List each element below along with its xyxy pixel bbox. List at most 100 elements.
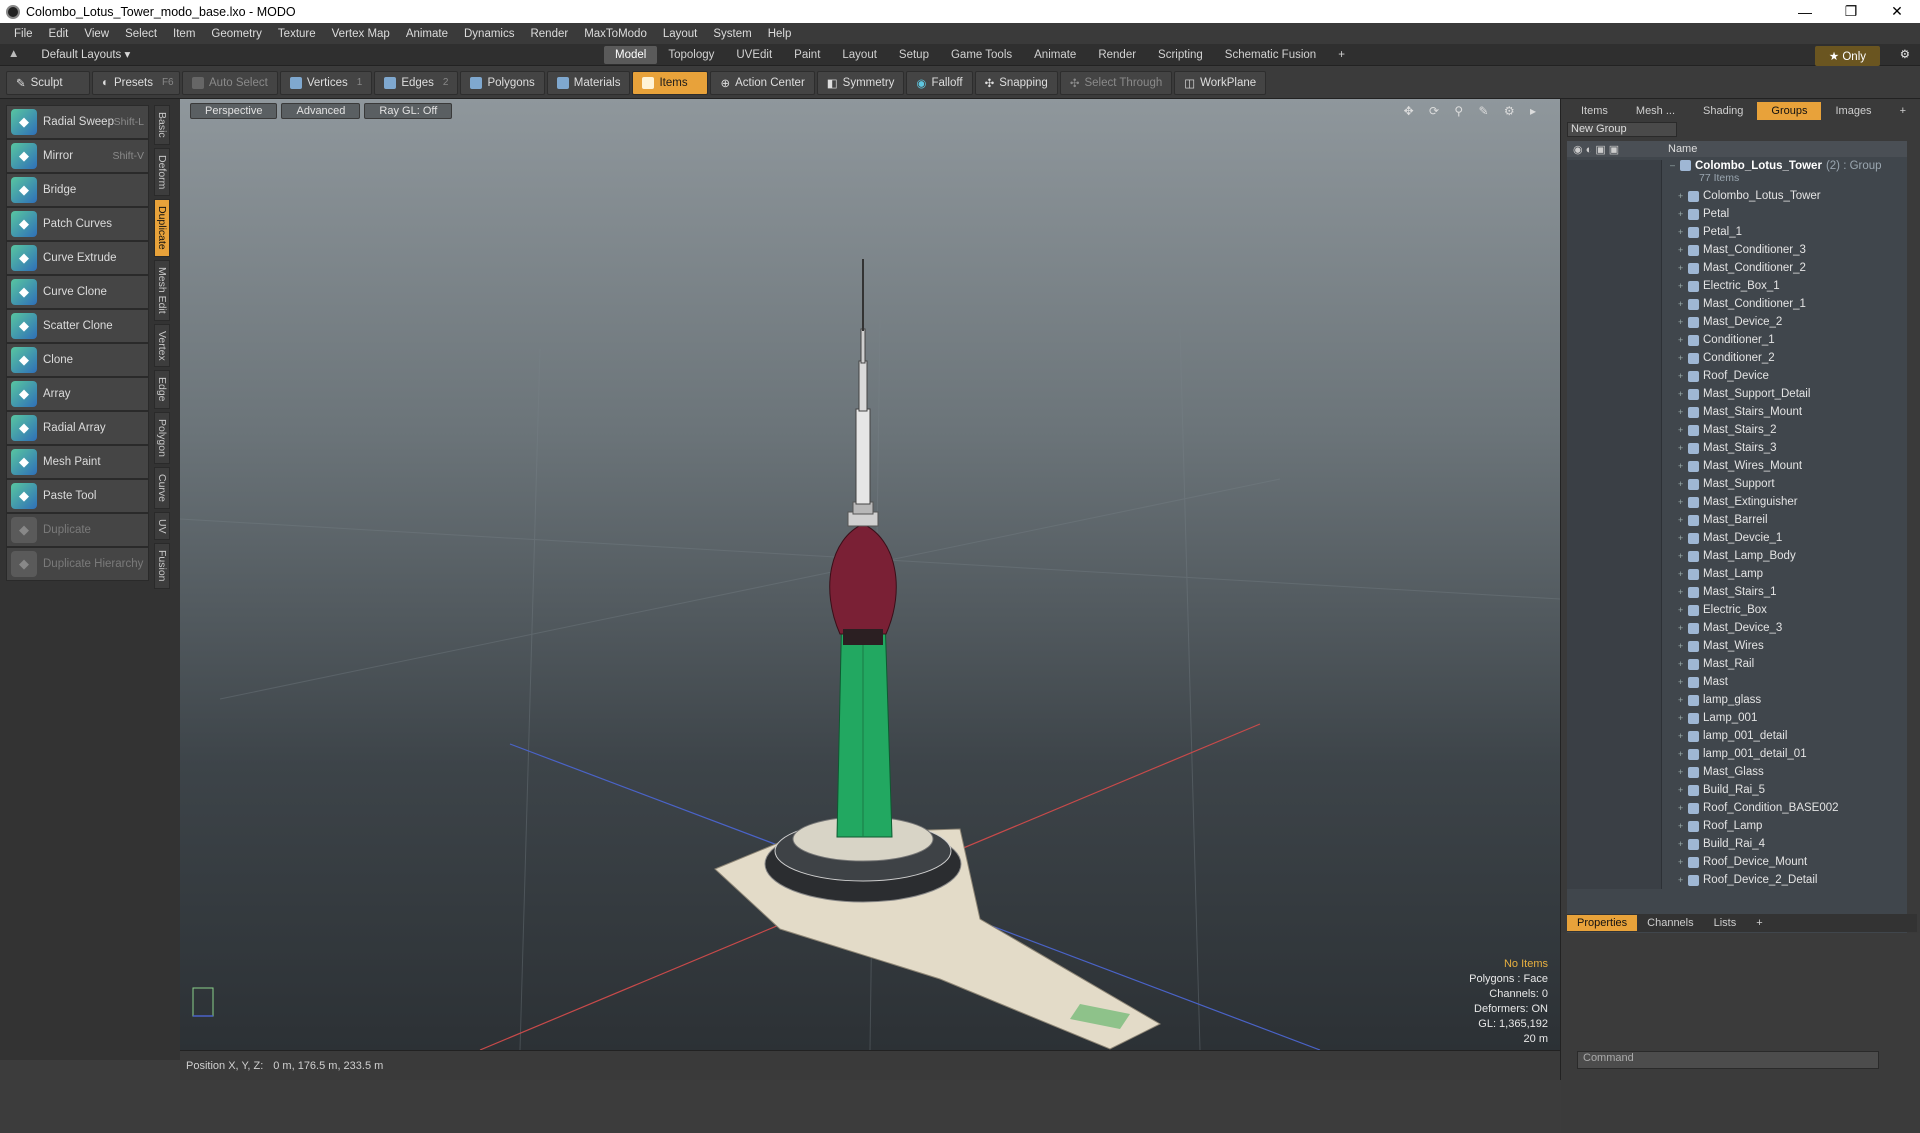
symmetry-button[interactable]: ◧ Symmetry (816, 70, 905, 95)
expand-icon[interactable]: + (1678, 677, 1688, 687)
layout-tab-game-tools[interactable]: Game Tools (940, 46, 1023, 64)
tool-bridge[interactable]: ◆ Bridge (6, 173, 149, 207)
expand-icon[interactable]: + (1678, 479, 1688, 489)
panel-tab-items[interactable]: Items (1567, 102, 1622, 120)
menu-file[interactable]: File (6, 28, 41, 40)
gear-icon[interactable]: ⚙ (1900, 47, 1910, 61)
expand-icon[interactable]: + (1678, 695, 1688, 705)
layout-tab-uvedit[interactable]: UVEdit (725, 46, 783, 64)
select-through-button[interactable]: ✣ Select Through (1059, 70, 1173, 95)
list-item[interactable]: + Roof_Condition_BASE002 (1567, 799, 1907, 817)
menu-texture[interactable]: Texture (270, 28, 324, 40)
item-visibility-cols[interactable] (1567, 475, 1662, 493)
menu-maxtomodo[interactable]: MaxToModo (576, 28, 655, 40)
list-item[interactable]: + Petal_1 (1567, 223, 1907, 241)
viewport-nav-icons[interactable]: ✥ ⟳ ⚲ ✎ ⚙ ▸ (1404, 104, 1542, 118)
expand-icon[interactable]: + (1678, 281, 1688, 291)
item-visibility-cols[interactable] (1567, 331, 1662, 349)
list-item[interactable]: + Mast_Wires_Mount (1567, 457, 1907, 475)
item-visibility-cols[interactable] (1567, 709, 1662, 727)
command-input[interactable]: Command (1577, 1051, 1879, 1069)
expand-icon[interactable]: + (1678, 875, 1688, 885)
expand-icon[interactable]: + (1678, 839, 1688, 849)
expand-icon[interactable]: + (1678, 245, 1688, 255)
expand-icon[interactable]: + (1678, 605, 1688, 615)
item-visibility-cols[interactable] (1567, 187, 1662, 205)
menu-help[interactable]: Help (760, 28, 800, 40)
vtab-vertex[interactable]: Vertex (154, 323, 170, 368)
expand-icon[interactable]: + (1678, 767, 1688, 777)
item-visibility-cols[interactable] (1567, 223, 1662, 241)
minimize-button[interactable]: — (1782, 0, 1828, 23)
menu-animate[interactable]: Animate (398, 28, 456, 40)
list-item[interactable]: + Conditioner_2 (1567, 349, 1907, 367)
item-visibility-cols[interactable] (1567, 655, 1662, 673)
tool-curve-clone[interactable]: ◆ Curve Clone (6, 275, 149, 309)
list-item[interactable]: + Lamp_001 (1567, 709, 1907, 727)
list-item[interactable]: + Colombo_Lotus_Tower (1567, 187, 1907, 205)
item-visibility-cols[interactable] (1567, 763, 1662, 781)
list-item[interactable]: + Roof_Device_2_Detail (1567, 871, 1907, 889)
list-item[interactable]: + Mast_Extinguisher (1567, 493, 1907, 511)
vtab-uv[interactable]: UV (154, 511, 170, 541)
vtab-fusion[interactable]: Fusion (154, 543, 170, 589)
materials-button[interactable]: Materials (546, 70, 631, 95)
list-item[interactable]: + Mast_Support (1567, 475, 1907, 493)
item-visibility-cols[interactable] (1567, 349, 1662, 367)
prop-tab-properties[interactable]: Properties (1567, 915, 1638, 931)
expand-icon[interactable]: + (1678, 569, 1688, 579)
panel-tab--[interactable]: + (1886, 102, 1920, 120)
list-item[interactable]: + Mast_Lamp (1567, 565, 1907, 583)
layout-tab-layout[interactable]: Layout (831, 46, 888, 64)
tool-radial-sweep[interactable]: ◆ Radial Sweep Shift-L (6, 105, 149, 139)
expand-icon[interactable]: + (1678, 641, 1688, 651)
prop-tab-lists[interactable]: Lists (1704, 915, 1747, 931)
item-visibility-cols[interactable] (1567, 565, 1662, 583)
list-item[interactable]: + Mast_Conditioner_3 (1567, 241, 1907, 259)
list-item[interactable]: + Electric_Box_1 (1567, 277, 1907, 295)
menu-edit[interactable]: Edit (41, 28, 77, 40)
vtab-duplicate[interactable]: Duplicate (154, 199, 170, 257)
list-item[interactable]: + Roof_Device (1567, 367, 1907, 385)
menu-vertex-map[interactable]: Vertex Map (324, 28, 398, 40)
3d-viewport[interactable]: Perspective Advanced Ray GL: Off ✥ ⟳ ⚲ ✎… (180, 99, 1560, 1050)
vtab-edge[interactable]: Edge (154, 370, 170, 409)
prop-tab--[interactable]: + (1746, 915, 1772, 931)
item-visibility-cols[interactable] (1567, 295, 1662, 313)
expand-icon[interactable]: + (1678, 191, 1688, 201)
list-item[interactable]: + Mast_Wires (1567, 637, 1907, 655)
items-button[interactable]: Items (632, 70, 709, 95)
item-visibility-cols[interactable] (1567, 817, 1662, 835)
expand-icon[interactable]: + (1678, 335, 1688, 345)
layout-tab-paint[interactable]: Paint (783, 46, 831, 64)
expand-icon[interactable]: + (1678, 731, 1688, 741)
prop-tab-channels[interactable]: Channels (1637, 915, 1703, 931)
menu-select[interactable]: Select (117, 28, 165, 40)
item-visibility-cols[interactable] (1567, 439, 1662, 457)
group-row[interactable]: – Colombo_Lotus_Tower (2) : Group 77 Ite… (1567, 157, 1907, 190)
action-center-button[interactable]: ⊕ Action Center (710, 70, 815, 95)
expand-icon[interactable]: + (1678, 407, 1688, 417)
menu-layout[interactable]: Layout (655, 28, 706, 40)
menu-geometry[interactable]: Geometry (203, 28, 270, 40)
item-visibility-cols[interactable] (1567, 781, 1662, 799)
expand-icon[interactable]: + (1678, 659, 1688, 669)
item-visibility-cols[interactable] (1567, 637, 1662, 655)
list-item[interactable]: + Mast_Stairs_2 (1567, 421, 1907, 439)
collapse-icon[interactable]: – (1670, 160, 1680, 170)
falloff-button[interactable]: ◉ Falloff (906, 70, 973, 95)
vtab-curve[interactable]: Curve (154, 466, 170, 509)
menu-view[interactable]: View (76, 28, 117, 40)
expand-icon[interactable]: + (1678, 551, 1688, 561)
expand-icon[interactable]: + (1678, 803, 1688, 813)
layout-tab-animate[interactable]: Animate (1023, 46, 1087, 64)
panel-tab-groups[interactable]: Groups (1757, 102, 1822, 120)
maximize-button[interactable]: ❐ (1828, 0, 1874, 23)
item-visibility-cols[interactable] (1567, 493, 1662, 511)
list-item[interactable]: + Mast_Conditioner_1 (1567, 295, 1907, 313)
item-visibility-cols[interactable] (1567, 385, 1662, 403)
item-visibility-cols[interactable] (1567, 871, 1662, 889)
layout-tab-topology[interactable]: Topology (657, 46, 725, 64)
item-visibility-cols[interactable] (1567, 313, 1662, 331)
expand-icon[interactable]: + (1678, 515, 1688, 525)
